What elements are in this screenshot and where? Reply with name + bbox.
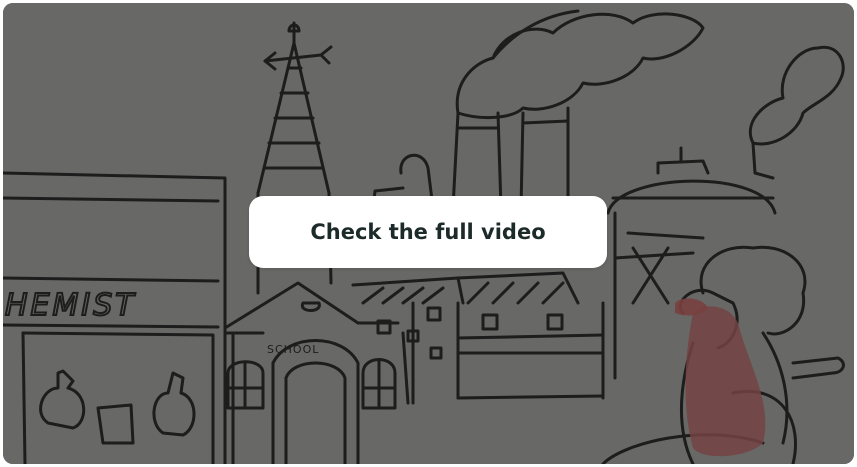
check-full-video-button[interactable]: Check the full video (249, 196, 607, 268)
